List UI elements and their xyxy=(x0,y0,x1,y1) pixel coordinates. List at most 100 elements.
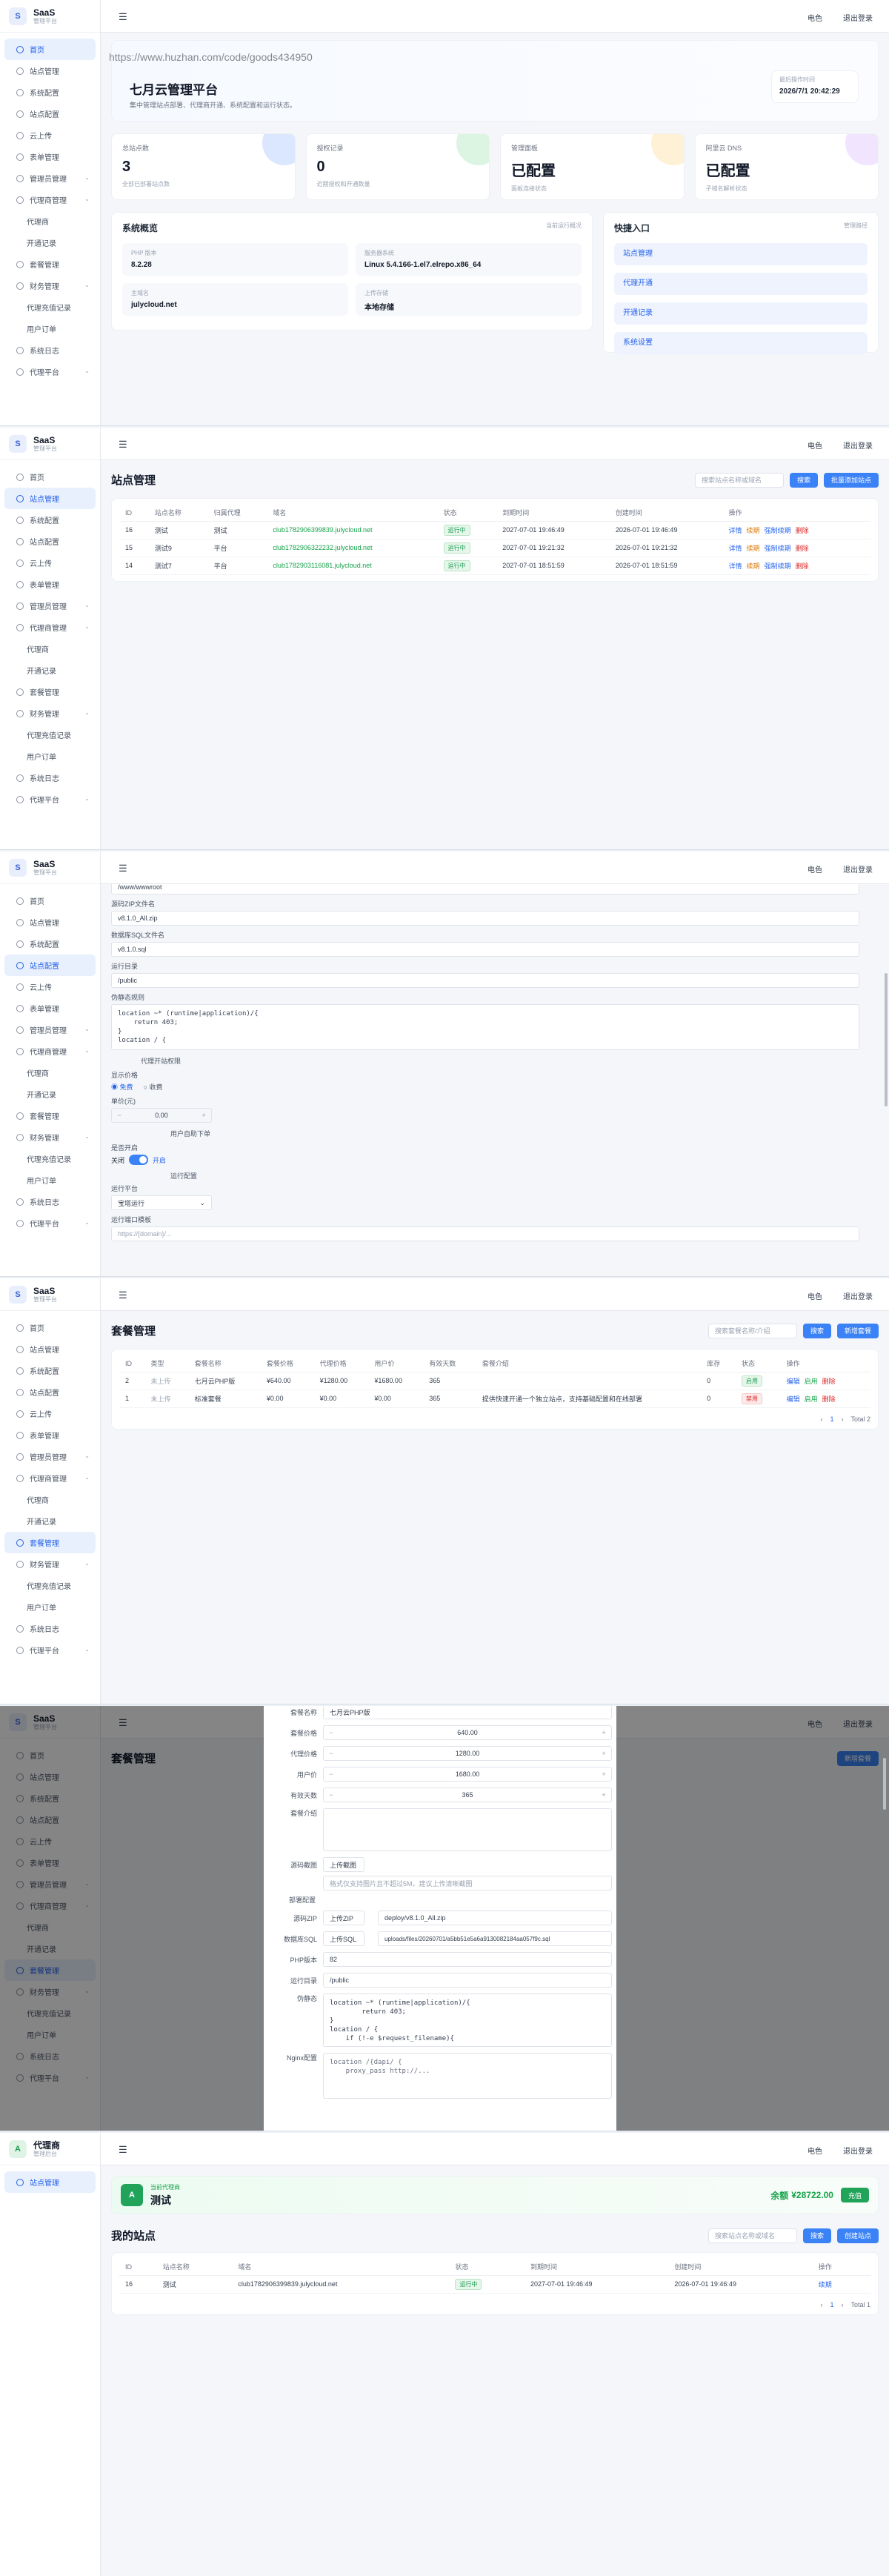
sidebar-item[interactable]: 首页 xyxy=(4,39,96,60)
site-domain-link[interactable]: club1782906399839.julycloud.net xyxy=(267,521,438,540)
notify-button[interactable]: 电色 xyxy=(808,2145,822,2156)
action-link[interactable]: 续期 xyxy=(747,545,760,552)
action-link[interactable]: 删除 xyxy=(796,545,809,552)
pseudo-textarea[interactable]: location ~* (runtime|application)/{ retu… xyxy=(323,1994,612,2047)
zip-path[interactable]: deploy/v8.1.0_All.zip xyxy=(378,1911,612,1925)
sidebar-item[interactable]: 云上传 xyxy=(4,976,96,997)
sidebar-item[interactable]: 站点管理 xyxy=(4,60,96,82)
batch-add-button[interactable]: 批量添加站点 xyxy=(823,472,879,488)
price-stepper[interactable]: − 0.00 + xyxy=(111,1108,212,1123)
sidebar-item[interactable]: 系统配置 xyxy=(4,509,96,531)
sidebar-item[interactable]: 代理商 xyxy=(4,1062,96,1083)
sidebar-item[interactable]: 表单管理 xyxy=(4,1424,96,1446)
search-input[interactable]: 搜索站点名称或域名 xyxy=(694,472,784,488)
radio-paid[interactable]: ○ 收费 xyxy=(144,1082,163,1092)
php-field[interactable]: 82 xyxy=(323,1952,612,1967)
sidebar-item[interactable]: 表单管理 xyxy=(4,997,96,1019)
action-link[interactable]: 强制续期 xyxy=(765,545,791,552)
path-field[interactable]: /www/wwwroot xyxy=(111,884,859,894)
sidebar-item[interactable]: 站点配置 xyxy=(4,531,96,552)
sidebar-item[interactable]: 代理商 xyxy=(4,1489,96,1510)
notify-button[interactable]: 电色 xyxy=(808,1290,822,1301)
hamburger-icon[interactable]: ☰ xyxy=(119,2144,127,2156)
sidebar-item[interactable]: 代理平台 ⌄ xyxy=(4,361,96,382)
sidebar-item[interactable]: 代理充值记录 xyxy=(4,1148,96,1169)
upload-zip-button[interactable]: 上传ZIP xyxy=(323,1911,364,1925)
sidebar-item[interactable]: 代理平台 ⌄ xyxy=(4,1212,96,1234)
notify-button[interactable]: 电色 xyxy=(808,439,822,451)
minus-icon[interactable]: − xyxy=(324,1791,339,1799)
number-stepper[interactable]: − 1280.00 + xyxy=(323,1746,612,1761)
action-link[interactable]: 续期 xyxy=(747,527,760,534)
sidebar-item[interactable]: 首页 xyxy=(4,466,96,488)
minus-icon[interactable]: − xyxy=(324,1729,339,1736)
action-link[interactable]: 详情 xyxy=(729,527,742,534)
search-input[interactable]: 搜索站点名称或域名 xyxy=(707,2228,797,2243)
sidebar-item[interactable]: 系统日志 xyxy=(4,339,96,361)
sidebar-item[interactable]: 代理充值记录 xyxy=(4,296,96,318)
plus-icon[interactable]: + xyxy=(596,1750,611,1757)
action-link[interactable]: 启用 xyxy=(805,1395,818,1403)
nginx-textarea[interactable]: location /{dapi/ { proxy_pass http://... xyxy=(323,2053,612,2099)
sidebar-item[interactable]: 代理平台 ⌄ xyxy=(4,789,96,810)
action-link[interactable]: 删除 xyxy=(796,562,809,570)
hamburger-icon[interactable]: ☰ xyxy=(119,1289,127,1301)
action-link[interactable]: 删除 xyxy=(822,1395,836,1403)
sidebar-item[interactable]: 系统日志 xyxy=(4,1191,96,1212)
sidebar-item[interactable]: 站点管理 xyxy=(4,1338,96,1360)
search-button[interactable]: 搜索 xyxy=(802,1323,831,1338)
sidebar-item[interactable]: 管理员管理 ⌄ xyxy=(4,167,96,189)
notify-button[interactable]: 电色 xyxy=(808,863,822,874)
logout-button[interactable]: 退出登录 xyxy=(843,863,873,874)
platform-select[interactable]: 宝塔运行 ⌄ xyxy=(111,1195,212,1210)
scrollbar[interactable] xyxy=(883,1758,886,1810)
sidebar-item[interactable]: 系统日志 xyxy=(4,1618,96,1639)
sql-path[interactable]: uploads/files/20260701/a5bb51e5a6a913008… xyxy=(378,1931,612,1946)
minus-icon[interactable]: − xyxy=(112,1112,127,1119)
sidebar-item[interactable]: 站点配置 xyxy=(4,103,96,125)
sidebar-item[interactable]: 站点管理 xyxy=(4,912,96,933)
sidebar-item[interactable]: 系统配置 xyxy=(4,82,96,103)
sidebar-item[interactable]: 系统配置 xyxy=(4,933,96,955)
sidebar-item[interactable]: 站点管理 xyxy=(4,488,96,509)
quick-link-item[interactable]: 代理开通 xyxy=(614,273,868,295)
sidebar-item[interactable]: 首页 xyxy=(4,890,96,912)
action-link[interactable]: 详情 xyxy=(729,545,742,552)
quick-link-item[interactable]: 开通记录 xyxy=(614,302,868,325)
run-dir-field[interactable]: /public xyxy=(111,973,859,988)
plus-icon[interactable]: + xyxy=(196,1112,211,1119)
url-field[interactable]: https://{domain}/... xyxy=(111,1226,859,1241)
search-button[interactable]: 搜索 xyxy=(802,2228,831,2243)
sidebar-item[interactable]: 套餐管理 xyxy=(4,681,96,703)
sidebar-item[interactable]: 代理平台 ⌄ xyxy=(4,1639,96,1661)
sidebar-item[interactable]: 管理员管理 ⌄ xyxy=(4,595,96,617)
action-link[interactable]: 启用 xyxy=(805,1378,818,1385)
sidebar-item[interactable]: 套餐管理 xyxy=(4,1105,96,1126)
number-stepper[interactable]: − 365 + xyxy=(323,1787,612,1802)
sidebar-item[interactable]: 财务管理 ⌄ xyxy=(4,703,96,724)
sidebar-item[interactable]: 首页 xyxy=(4,1317,96,1338)
intro-textarea[interactable] xyxy=(323,1808,612,1851)
sidebar-item[interactable]: 表单管理 xyxy=(4,146,96,167)
sidebar-item[interactable]: 代理充值记录 xyxy=(4,1575,96,1596)
notify-button[interactable]: 电色 xyxy=(808,12,822,23)
hamburger-icon[interactable]: ☰ xyxy=(119,11,127,23)
next-page-icon[interactable]: › xyxy=(841,2301,843,2308)
sidebar-item[interactable]: 云上传 xyxy=(4,552,96,574)
upload-sql-button[interactable]: 上传SQL xyxy=(323,1931,364,1946)
sidebar-item[interactable]: 代理商 xyxy=(4,638,96,660)
sidebar-item[interactable]: 站点管理 xyxy=(4,2171,96,2193)
sidebar-item[interactable]: 表单管理 xyxy=(4,574,96,595)
pseudo-textarea[interactable]: location ~* (runtime|application)/{ retu… xyxy=(111,1004,859,1050)
radio-free[interactable]: ◉ 免费 xyxy=(111,1082,133,1092)
logout-button[interactable]: 退出登录 xyxy=(843,1290,873,1301)
name-field[interactable]: 七月云PHP版 xyxy=(323,1706,612,1719)
minus-icon[interactable]: − xyxy=(324,1750,339,1757)
action-link[interactable]: 编辑 xyxy=(787,1395,800,1403)
search-button[interactable]: 搜索 xyxy=(789,472,818,488)
hamburger-icon[interactable]: ☰ xyxy=(119,863,127,874)
action-link[interactable]: 强制续期 xyxy=(765,527,791,534)
sidebar-item[interactable]: 代理商管理 ⌄ xyxy=(4,1040,96,1062)
plus-icon[interactable]: + xyxy=(596,1729,611,1736)
sql-field[interactable]: v8.1.0.sql xyxy=(111,942,859,957)
